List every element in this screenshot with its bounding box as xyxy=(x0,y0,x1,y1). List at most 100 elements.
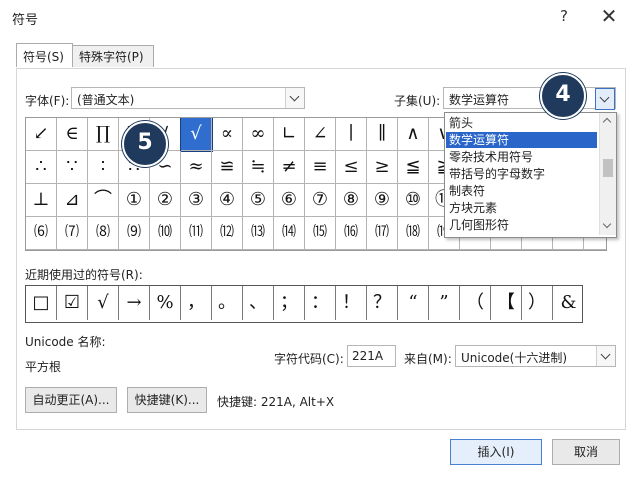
symbol-cell[interactable]: ∝ xyxy=(212,118,243,151)
scroll-down-icon[interactable] xyxy=(602,219,612,229)
symbol-cell[interactable]: ≦ xyxy=(398,151,429,184)
recent-symbol[interactable]: □ xyxy=(26,286,57,320)
shortcut-key-button[interactable]: 快捷键(K)... xyxy=(127,387,207,413)
insert-button[interactable]: 插入(I) xyxy=(450,439,542,465)
subset-dropdown-list[interactable]: 箭头 数学运算符 零杂技术用符号 带括号的字母数字 制表符 方块元素 几何图形符 xyxy=(444,112,617,238)
symbol-cell[interactable]: ⑨ xyxy=(367,184,398,217)
symbol-cell[interactable]: ∥ xyxy=(367,118,398,151)
dropdown-scrollbar[interactable] xyxy=(599,113,616,235)
symbol-cell[interactable]: ⊿ xyxy=(57,184,88,217)
recent-symbol[interactable]: 【 xyxy=(491,286,522,320)
recent-symbol[interactable]: ， xyxy=(181,286,212,320)
recent-symbol[interactable]: ！ xyxy=(336,286,367,320)
symbol-cell[interactable]: ≥ xyxy=(367,151,398,184)
dialog-title: 符号 xyxy=(12,13,39,28)
recent-symbol[interactable]: “ xyxy=(398,286,429,320)
from-select[interactable]: Unicode(十六进制) xyxy=(455,345,616,367)
recent-symbol[interactable]: 。 xyxy=(212,286,243,320)
symbol-cell[interactable]: ≠ xyxy=(274,151,305,184)
symbol-cell[interactable]: ↙ xyxy=(26,118,57,151)
subset-option[interactable]: 带括号的字母数字 xyxy=(446,166,597,182)
symbol-cell[interactable]: ∏ xyxy=(88,118,119,151)
recent-symbol[interactable]: ） xyxy=(522,286,553,320)
recent-symbol[interactable]: ； xyxy=(274,286,305,320)
symbol-cell[interactable]: ⒃ xyxy=(336,217,367,250)
recent-symbol[interactable]: & xyxy=(553,286,584,320)
symbol-cell[interactable]: ⒅ xyxy=(398,217,429,250)
subset-option[interactable]: 箭头 xyxy=(446,115,597,131)
recent-symbol[interactable]: 、 xyxy=(243,286,274,320)
symbol-cell[interactable]: ∣ xyxy=(336,118,367,151)
recent-symbol[interactable]: → xyxy=(119,286,150,320)
symbol-cell[interactable]: ∠ xyxy=(305,118,336,151)
symbol-cell[interactable]: ≌ xyxy=(212,151,243,184)
symbol-cell[interactable]: ④ xyxy=(212,184,243,217)
scroll-up-icon[interactable] xyxy=(602,117,612,127)
symbol-cell[interactable]: ① xyxy=(119,184,150,217)
close-button[interactable]: ✕ xyxy=(598,4,620,28)
subset-select[interactable]: 数学运算符 xyxy=(443,87,616,110)
symbol-cell[interactable]: ⌒ xyxy=(88,184,119,217)
symbol-cell[interactable]: ⑾ xyxy=(181,217,212,250)
tab-symbols[interactable]: 符号(S) xyxy=(16,43,73,67)
chevron-down-icon xyxy=(285,88,304,108)
symbol-cell[interactable]: ∈ xyxy=(57,118,88,151)
symbol-cell[interactable]: ⒂ xyxy=(305,217,336,250)
symbol-cell[interactable]: ⑤ xyxy=(243,184,274,217)
symbol-cell[interactable]: √ xyxy=(180,118,213,152)
unicode-name-label: Unicode 名称: xyxy=(25,335,106,349)
symbol-cell[interactable]: ⑻ xyxy=(88,217,119,250)
symbol-cell[interactable]: ⑽ xyxy=(150,217,181,250)
symbol-cell[interactable]: ⊥ xyxy=(26,184,57,217)
symbol-cell[interactable]: ⑧ xyxy=(336,184,367,217)
symbol-cell[interactable]: ⑦ xyxy=(305,184,336,217)
subset-option[interactable]: 方块元素 xyxy=(446,200,597,216)
subset-option[interactable]: 制表符 xyxy=(446,183,597,199)
symbol-cell[interactable]: ⑥ xyxy=(274,184,305,217)
symbol-cell[interactable]: ∴ xyxy=(26,151,57,184)
symbol-cell[interactable]: ⑹ xyxy=(26,217,57,250)
recent-symbol[interactable]: （ xyxy=(460,286,491,320)
subset-option[interactable]: 零杂技术用符号 xyxy=(446,149,597,165)
symbol-cell[interactable]: ≡ xyxy=(305,151,336,184)
recent-symbols-row: □ ☑ √ →%，。、；：！？ “” （【） & xyxy=(25,285,583,323)
symbol-cell[interactable]: ⒀ xyxy=(243,217,274,250)
symbol-cell[interactable]: ≒ xyxy=(243,151,274,184)
symbol-cell[interactable]: ∶ xyxy=(88,151,119,184)
font-select[interactable]: (普通文本) xyxy=(71,87,305,109)
autocorrect-button[interactable]: 自动更正(A)... xyxy=(25,387,117,413)
subset-option[interactable]: 几何图形符 xyxy=(446,217,597,233)
char-code-input[interactable]: 221A xyxy=(347,345,396,367)
symbol-cell[interactable]: ⒁ xyxy=(274,217,305,250)
help-button[interactable]: ? xyxy=(555,7,573,25)
unicode-name-value: 平方根 xyxy=(25,360,62,374)
symbol-cell[interactable]: ∟ xyxy=(274,118,305,151)
scrollbar-thumb[interactable] xyxy=(603,159,613,177)
symbol-cell[interactable]: ⑩ xyxy=(398,184,429,217)
symbol-cell[interactable]: ≤ xyxy=(336,151,367,184)
tab-special-characters[interactable]: 特殊字符(P) xyxy=(72,45,154,67)
recent-symbol[interactable]: ” xyxy=(429,286,460,320)
shortcut-info: 快捷键: 221A, Alt+X xyxy=(217,395,335,409)
symbol-cell[interactable]: ⒄ xyxy=(367,217,398,250)
recent-symbol[interactable]: ： xyxy=(305,286,336,320)
recent-symbol[interactable]: √ xyxy=(88,286,119,320)
symbol-cell[interactable]: ≈ xyxy=(181,151,212,184)
symbol-cell[interactable]: ⑺ xyxy=(57,217,88,250)
recent-symbol[interactable]: ☑ xyxy=(57,286,88,320)
symbol-cell[interactable]: ∧ xyxy=(398,118,429,151)
title-bar: 符号 ? ✕ xyxy=(0,0,640,36)
symbol-cell[interactable]: ③ xyxy=(181,184,212,217)
symbol-cell[interactable]: ② xyxy=(150,184,181,217)
from-label: 来自(M): xyxy=(404,352,452,366)
recent-symbol[interactable]: ？ xyxy=(367,286,398,320)
chevron-down-icon[interactable] xyxy=(595,88,615,110)
symbol-cell[interactable]: ∞ xyxy=(243,118,274,151)
font-select-value: (普通文本) xyxy=(77,93,135,107)
symbol-cell[interactable]: ∵ xyxy=(57,151,88,184)
symbol-cell[interactable]: ⑼ xyxy=(119,217,150,250)
symbol-cell[interactable]: ⑿ xyxy=(212,217,243,250)
recent-symbol[interactable]: % xyxy=(150,286,181,320)
cancel-button[interactable]: 取消 xyxy=(552,439,620,465)
subset-option[interactable]: 数学运算符 xyxy=(446,132,597,148)
